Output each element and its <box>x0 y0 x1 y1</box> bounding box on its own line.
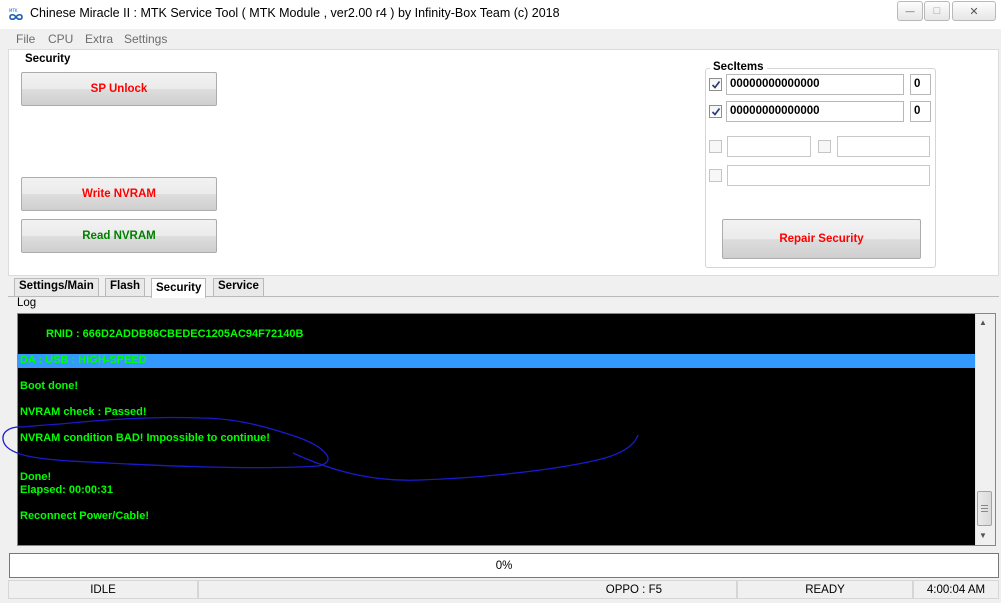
progress-bar: 0% <box>9 553 999 578</box>
log-scroll-thumb[interactable] <box>977 491 992 526</box>
menu-bar: File CPU Extra Settings <box>8 29 999 49</box>
status-time-text: 4:00:04 AM <box>926 583 986 596</box>
mtk-infinity-icon: MTK <box>8 8 24 22</box>
close-button[interactable]: ✕ <box>952 1 996 21</box>
tab-settings-main[interactable]: Settings/Main <box>14 278 99 296</box>
status-device: OPPO : F5 <box>198 580 737 599</box>
log-line-selected: DA : USB : HIGH-SPEED <box>18 354 975 368</box>
window-title: Chinese Miracle II : MTK Service Tool ( … <box>30 6 560 20</box>
scroll-down-icon[interactable]: ▼ <box>979 531 987 540</box>
maximize-button[interactable]: □ <box>924 1 950 21</box>
close-icon: ✕ <box>969 5 979 18</box>
status-state-text: IDLE <box>90 583 116 596</box>
menu-file[interactable]: File <box>16 32 35 46</box>
svg-text:MTK: MTK <box>9 8 18 13</box>
menu-cpu[interactable]: CPU <box>48 32 73 46</box>
status-device-text: OPPO : F5 <box>605 583 662 596</box>
checkmark-icon <box>711 80 720 89</box>
secitems-group-title: SecItems <box>710 61 767 73</box>
minimize-button[interactable]: — <box>897 1 923 21</box>
secitem-count-2[interactable]: 0 <box>910 101 931 122</box>
tab-security[interactable]: Security <box>151 278 207 298</box>
menu-extra[interactable]: Extra <box>85 32 113 46</box>
secitem-checkbox-4[interactable] <box>818 140 831 153</box>
status-ready: READY <box>737 580 913 599</box>
secitem-checkbox-3[interactable] <box>709 140 722 153</box>
write-nvram-button[interactable]: Write NVRAM <box>21 177 217 211</box>
secitem-field-4[interactable] <box>837 136 930 157</box>
minimize-icon: — <box>905 6 915 16</box>
sp-unlock-button[interactable]: SP Unlock <box>21 72 217 106</box>
maximize-icon: □ <box>933 5 941 17</box>
secitem-checkbox-1[interactable] <box>709 78 722 91</box>
secitem-checkbox-2[interactable] <box>709 105 722 118</box>
read-nvram-button[interactable]: Read NVRAM <box>21 219 217 253</box>
tab-service[interactable]: Service <box>213 278 264 296</box>
status-ready-text: READY <box>805 583 845 596</box>
checkmark-icon <box>711 107 720 116</box>
secitem-checkbox-5[interactable] <box>709 169 722 182</box>
secitem-value-2[interactable]: 00000000000000 <box>726 101 904 122</box>
log-line: Boot done! <box>20 380 79 392</box>
hand-drawn-annotation <box>2 416 639 481</box>
secitem-value-1[interactable]: 00000000000000 <box>726 74 904 95</box>
secitem-field-3[interactable] <box>727 136 811 157</box>
progress-text: 0% <box>495 559 513 572</box>
scroll-up-icon[interactable]: ▲ <box>979 318 987 327</box>
secitem-count-1[interactable]: 0 <box>910 74 931 95</box>
log-line: Reconnect Power/Cable! <box>20 510 149 522</box>
tab-flash[interactable]: Flash <box>105 278 146 296</box>
log-line: RNID : 666D2ADDB86CBEDEC1205AC94F72140B <box>46 328 304 340</box>
secitem-field-5[interactable] <box>727 165 930 186</box>
security-group-title: Security <box>22 53 74 65</box>
status-state: IDLE <box>8 580 198 599</box>
log-label: Log <box>17 297 37 309</box>
repair-security-button[interactable]: Repair Security <box>722 219 921 259</box>
status-time: 4:00:04 AM <box>913 580 999 599</box>
menu-settings[interactable]: Settings <box>124 32 167 46</box>
